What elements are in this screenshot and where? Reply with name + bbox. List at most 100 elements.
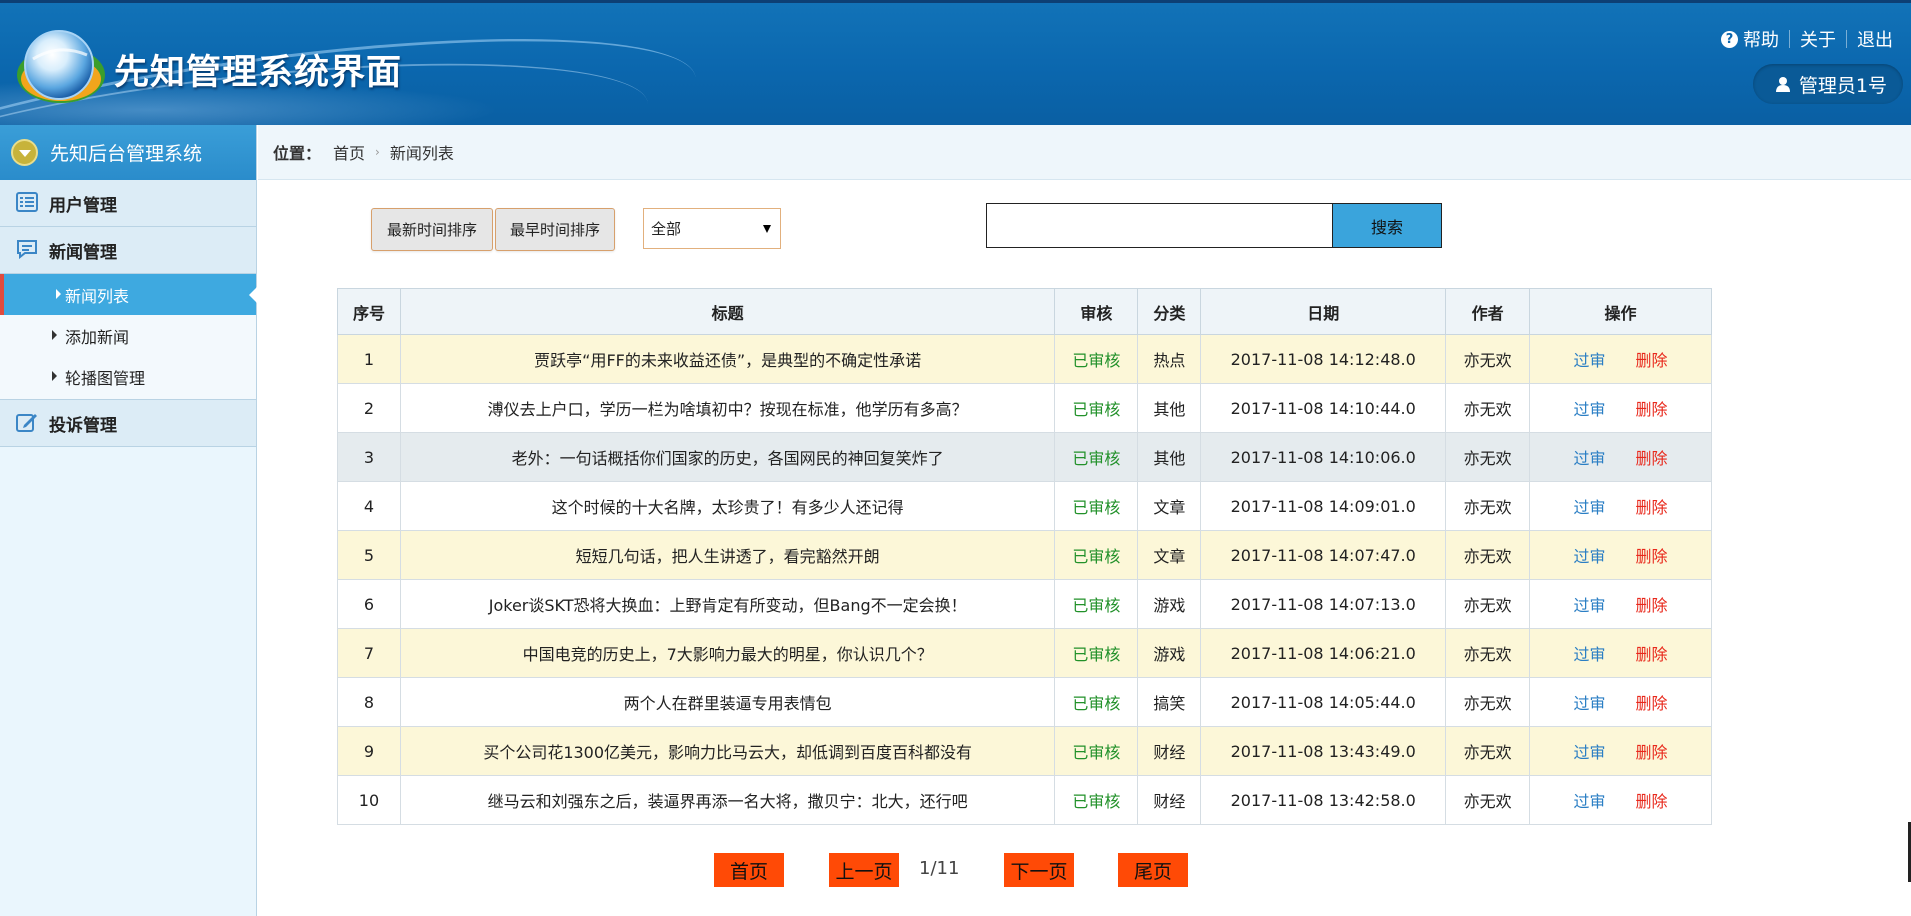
approve-link[interactable]: 过审 bbox=[1574, 347, 1606, 371]
link-divider bbox=[1846, 30, 1847, 48]
table-row: 1 贾跃亭“用FF的未来收益还债”，是典型的不确定性承诺 已审核 热点 2017… bbox=[337, 334, 1712, 384]
cell-title: Joker谈SKT恐将大换血：上野肯定有所变动，但Bang不一定会换！ bbox=[399, 579, 1056, 629]
delete-link[interactable]: 删除 bbox=[1636, 543, 1668, 567]
cell-title: 继马云和刘强东之后，装逼界再添一名大将，撒贝宁：北大，还行吧 bbox=[399, 775, 1056, 825]
caret-right-icon bbox=[52, 371, 57, 381]
chevron-down-icon bbox=[11, 139, 38, 166]
approve-link[interactable]: 过审 bbox=[1574, 543, 1606, 567]
delete-link[interactable]: 删除 bbox=[1636, 494, 1668, 518]
table-row: 7 中国电竞的历史上，7大影响力最大的明星，你认识几个？ 已审核 游戏 2017… bbox=[337, 628, 1712, 678]
dropdown-arrow-icon bbox=[763, 225, 771, 233]
col-header-category: 分类 bbox=[1137, 288, 1202, 335]
breadcrumb-label: 位置： bbox=[273, 144, 322, 163]
table-row: 4 这个时候的十大名牌，太珍贵了！有多少人还记得 已审核 文章 2017-11-… bbox=[337, 481, 1712, 531]
cell-index: 4 bbox=[337, 481, 401, 531]
menu-group-label: 新闻管理 bbox=[49, 242, 117, 263]
delete-link[interactable]: 删除 bbox=[1636, 788, 1668, 812]
cell-category: 其他 bbox=[1137, 432, 1202, 482]
menu-group-complaint-management[interactable]: 投诉管理 bbox=[0, 400, 256, 447]
cell-status: 已审核 bbox=[1054, 530, 1139, 580]
about-link[interactable]: 关于 bbox=[1800, 26, 1836, 52]
sidebar-item-carousel[interactable]: 轮播图管理 bbox=[0, 356, 256, 397]
globe-logo-icon bbox=[17, 30, 105, 103]
sidebar-item-label: 添加新闻 bbox=[65, 327, 130, 347]
cell-ops: 过审 删除 bbox=[1529, 726, 1712, 776]
cell-title: 这个时候的十大名牌，太珍贵了！有多少人还记得 bbox=[399, 481, 1056, 531]
cell-title: 溥仪去上户口，学历一栏为啥填初中？按现在标准，他学历有多高？ bbox=[399, 383, 1056, 433]
cell-ops: 过审 删除 bbox=[1529, 383, 1712, 433]
delete-link[interactable]: 删除 bbox=[1636, 445, 1668, 469]
approve-link[interactable]: 过审 bbox=[1574, 739, 1606, 763]
breadcrumb-home[interactable]: 首页 bbox=[333, 140, 365, 164]
link-divider bbox=[1789, 30, 1790, 48]
cell-status: 已审核 bbox=[1054, 775, 1139, 825]
menu-group-user-management[interactable]: 用户管理 bbox=[0, 180, 256, 227]
pager-first-button[interactable]: 首页 bbox=[714, 853, 784, 887]
cell-status: 已审核 bbox=[1054, 481, 1139, 531]
search-input[interactable] bbox=[986, 203, 1333, 248]
cell-index: 3 bbox=[337, 432, 401, 482]
pager-prev-button[interactable]: 上一页 bbox=[829, 853, 899, 887]
delete-link[interactable]: 删除 bbox=[1636, 592, 1668, 616]
approve-link[interactable]: 过审 bbox=[1574, 788, 1606, 812]
delete-link[interactable]: 删除 bbox=[1636, 641, 1668, 665]
sidebar-item-label: 轮播图管理 bbox=[65, 368, 146, 388]
sort-oldest-button[interactable]: 最早时间排序 bbox=[495, 208, 615, 251]
chat-icon bbox=[16, 239, 40, 261]
cell-date: 2017-11-08 14:06:21.0 bbox=[1200, 628, 1447, 678]
col-header-author: 作者 bbox=[1445, 288, 1531, 335]
help-link[interactable]: ? 帮助 bbox=[1721, 26, 1779, 52]
cell-category: 游戏 bbox=[1137, 628, 1202, 678]
delete-link[interactable]: 删除 bbox=[1636, 347, 1668, 371]
col-header-title: 标题 bbox=[399, 288, 1056, 335]
cell-author: 亦无欢 bbox=[1445, 775, 1531, 825]
cell-status: 已审核 bbox=[1054, 579, 1139, 629]
cell-date: 2017-11-08 14:10:06.0 bbox=[1200, 432, 1447, 482]
cell-ops: 过审 删除 bbox=[1529, 628, 1712, 678]
logout-link[interactable]: 退出 bbox=[1857, 26, 1893, 52]
cell-author: 亦无欢 bbox=[1445, 432, 1531, 482]
top-links: ? 帮助 关于 退出 bbox=[1721, 26, 1893, 52]
cell-author: 亦无欢 bbox=[1445, 530, 1531, 580]
delete-link[interactable]: 删除 bbox=[1636, 396, 1668, 420]
cell-date: 2017-11-08 14:12:48.0 bbox=[1200, 334, 1447, 384]
cell-category: 搞笑 bbox=[1137, 677, 1202, 727]
menu-group-news-management[interactable]: 新闻管理 bbox=[0, 227, 256, 274]
user-name: 管理员1号 bbox=[1798, 74, 1887, 97]
cell-title: 贾跃亭“用FF的未来收益还债”，是典型的不确定性承诺 bbox=[399, 334, 1056, 384]
question-icon: ? bbox=[1721, 30, 1738, 48]
cell-ops: 过审 删除 bbox=[1529, 579, 1712, 629]
table-row: 10 继马云和刘强东之后，装逼界再添一名大将，撒贝宁：北大，还行吧 已审核 财经… bbox=[337, 775, 1712, 825]
category-select[interactable]: 全部 bbox=[643, 208, 781, 249]
approve-link[interactable]: 过审 bbox=[1574, 641, 1606, 665]
delete-link[interactable]: 删除 bbox=[1636, 690, 1668, 714]
cell-category: 文章 bbox=[1137, 481, 1202, 531]
search-button[interactable]: 搜索 bbox=[1332, 203, 1442, 248]
pager-next-button[interactable]: 下一页 bbox=[1004, 853, 1074, 887]
sidebar-item-news-list[interactable]: 新闻列表 bbox=[0, 274, 257, 315]
sidebar: 先知后台管理系统 用户管理 新闻管理 新闻列表 添加新闻 轮播图管理 投诉管理 bbox=[0, 125, 257, 916]
cell-status: 已审核 bbox=[1054, 726, 1139, 776]
pager-last-button[interactable]: 尾页 bbox=[1118, 853, 1188, 887]
cell-index: 2 bbox=[337, 383, 401, 433]
cell-category: 游戏 bbox=[1137, 579, 1202, 629]
sort-newest-button[interactable]: 最新时间排序 bbox=[371, 208, 493, 251]
col-header-index: 序号 bbox=[337, 288, 401, 335]
approve-link[interactable]: 过审 bbox=[1574, 396, 1606, 420]
table-row: 3 老外：一句话概括你们国家的历史，各国网民的神回复笑炸了 已审核 其他 201… bbox=[337, 432, 1712, 482]
delete-link[interactable]: 删除 bbox=[1636, 739, 1668, 763]
approve-link[interactable]: 过审 bbox=[1574, 690, 1606, 714]
current-user-badge[interactable]: 管理员1号 bbox=[1752, 64, 1903, 104]
table-row: 6 Joker谈SKT恐将大换血：上野肯定有所变动，但Bang不一定会换！ 已审… bbox=[337, 579, 1712, 629]
cell-index: 9 bbox=[337, 726, 401, 776]
cell-author: 亦无欢 bbox=[1445, 383, 1531, 433]
cell-index: 7 bbox=[337, 628, 401, 678]
edit-icon bbox=[16, 412, 40, 434]
approve-link[interactable]: 过审 bbox=[1574, 494, 1606, 518]
caret-right-icon bbox=[52, 330, 57, 340]
approve-link[interactable]: 过审 bbox=[1574, 445, 1606, 469]
approve-link[interactable]: 过审 bbox=[1574, 592, 1606, 616]
cell-index: 6 bbox=[337, 579, 401, 629]
sidebar-item-add-news[interactable]: 添加新闻 bbox=[0, 315, 256, 356]
cell-status: 已审核 bbox=[1054, 432, 1139, 482]
